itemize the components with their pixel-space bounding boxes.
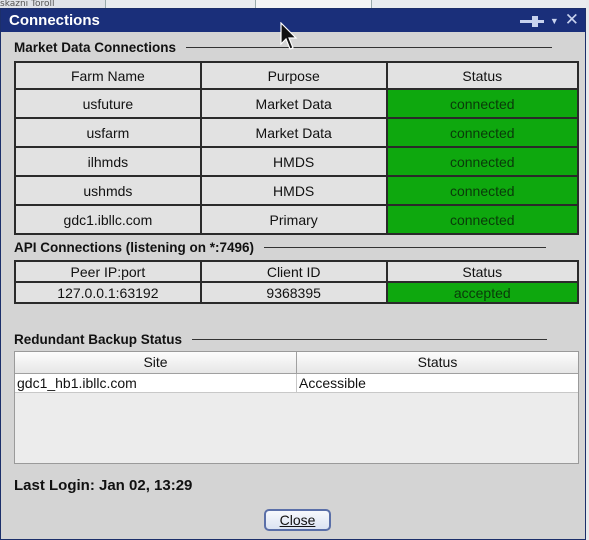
backup-status-table[interactable]: Site Status gdc1_hb1.ibllc.com Accessibl… xyxy=(14,351,579,464)
table-row[interactable]: usfarm Market Data connected xyxy=(14,117,580,148)
market-data-header-row: Farm Name Purpose Status xyxy=(14,61,580,90)
purpose-cell: Market Data xyxy=(199,117,388,148)
backup-section-header: Redundant Backup Status xyxy=(14,331,548,348)
close-icon[interactable]: ✕ xyxy=(565,12,579,29)
close-button[interactable]: Close xyxy=(264,509,331,531)
purpose-cell: Market Data xyxy=(199,88,388,119)
dialog-title: Connections xyxy=(9,12,100,29)
column-header-client-id: Client ID xyxy=(199,260,388,283)
market-data-table: Farm Name Purpose Status usfuture Market… xyxy=(14,61,580,235)
close-button-label: Close xyxy=(279,512,316,528)
api-section-header: API Connections (listening on *:7496) xyxy=(14,239,547,256)
table-row[interactable]: gdc1_hb1.ibllc.com Accessible xyxy=(15,374,578,393)
farm-name-cell: gdc1.ibllc.com xyxy=(14,204,202,235)
column-header-site[interactable]: Site xyxy=(15,352,297,373)
connections-dialog: Connections ▼ ✕ Market Data Connections … xyxy=(0,8,586,540)
status-cell: connected xyxy=(385,175,580,206)
purpose-cell: Primary xyxy=(199,204,388,235)
status-cell: connected xyxy=(385,146,580,177)
farm-name-cell: ushmds xyxy=(14,175,202,206)
farm-name-cell: usfuture xyxy=(14,88,202,119)
column-header-farm-name: Farm Name xyxy=(14,61,202,90)
backup-header-row: Site Status xyxy=(15,352,578,374)
table-row[interactable]: 127.0.0.1:63192 9368395 accepted xyxy=(14,281,580,304)
section-divider xyxy=(264,247,547,248)
mouse-cursor-icon xyxy=(280,22,298,50)
column-header-purpose: Purpose xyxy=(199,61,388,90)
table-row[interactable]: ilhmds HMDS connected xyxy=(14,146,580,177)
section-divider xyxy=(186,47,553,48)
api-section-title: API Connections (listening on *:7496) xyxy=(14,240,255,255)
column-header-status[interactable]: Status xyxy=(297,352,578,373)
site-cell: gdc1_hb1.ibllc.com xyxy=(15,374,297,392)
peer-cell: 127.0.0.1:63192 xyxy=(14,281,202,304)
status-cell: connected xyxy=(385,117,580,148)
api-header-row: Peer IP:port Client ID Status xyxy=(14,260,580,283)
column-header-status: Status xyxy=(385,61,580,90)
table-row[interactable]: usfuture Market Data connected xyxy=(14,88,580,119)
status-cell: accepted xyxy=(385,281,580,304)
status-cell: Accessible xyxy=(299,375,366,391)
market-data-section-title: Market Data Connections xyxy=(14,40,177,55)
title-bar-controls: ▼ ✕ xyxy=(519,11,579,30)
status-cell: connected xyxy=(385,88,580,119)
status-cell: connected xyxy=(385,204,580,235)
farm-name-cell: usfarm xyxy=(14,117,202,148)
table-row[interactable]: ushmds HMDS connected xyxy=(14,175,580,206)
backup-section-title: Redundant Backup Status xyxy=(14,332,183,347)
pin-icon[interactable] xyxy=(519,15,544,27)
chevron-down-icon[interactable]: ▼ xyxy=(550,15,559,27)
column-header-peer: Peer IP:port xyxy=(14,260,202,283)
api-connections-table: Peer IP:port Client ID Status 127.0.0.1:… xyxy=(14,260,580,304)
farm-name-cell: ilhmds xyxy=(14,146,202,177)
section-divider xyxy=(192,339,548,340)
column-header-status: Status xyxy=(385,260,580,283)
client-id-cell: 9368395 xyxy=(199,281,388,304)
purpose-cell: HMDS xyxy=(199,175,388,206)
purpose-cell: HMDS xyxy=(199,146,388,177)
last-login-text: Last Login: Jan 02, 13:29 xyxy=(14,477,193,494)
table-row[interactable]: gdc1.ibllc.com Primary connected xyxy=(14,204,580,235)
